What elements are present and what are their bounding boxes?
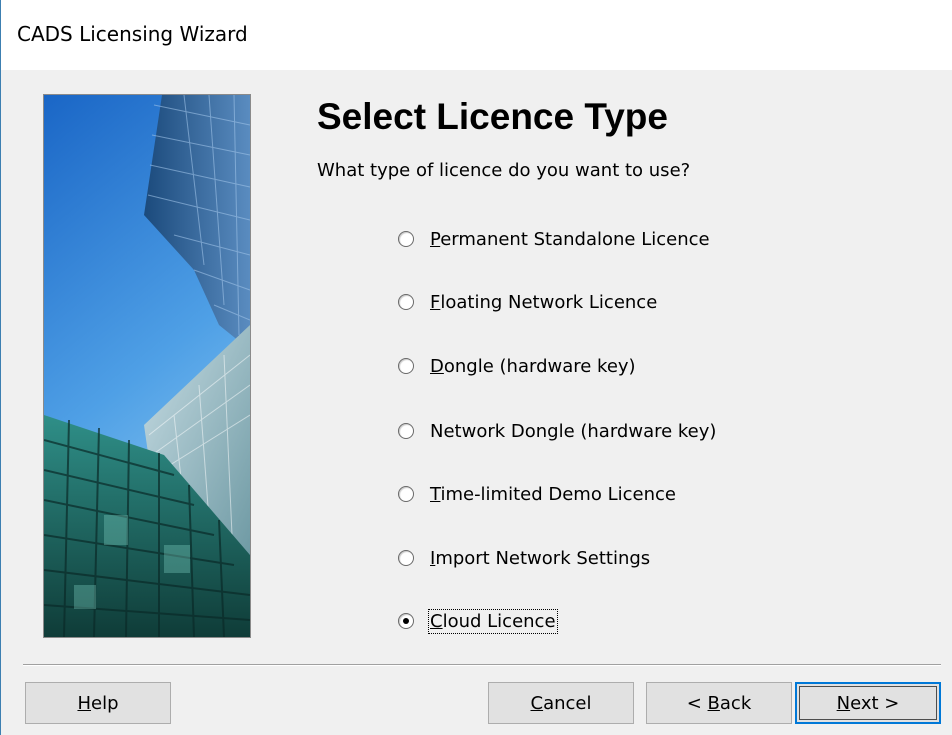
building-photo-icon: [44, 95, 250, 637]
option-import-network-settings[interactable]: Import Network Settings: [398, 545, 651, 571]
option-label: Cloud Licence: [428, 608, 558, 634]
window-title: CADS Licensing Wizard: [17, 22, 248, 46]
option-label: Import Network Settings: [430, 547, 651, 569]
option-dongle[interactable]: Dongle (hardware key): [398, 353, 637, 379]
page-question: What type of licence do you want to use?: [317, 160, 691, 181]
option-label: Time-limited Demo Licence: [430, 483, 676, 505]
radio-button[interactable]: [398, 358, 414, 374]
wizard-window: CADS Licensing Wizard Select Licence Typ…: [0, 0, 952, 735]
option-label: Network Dongle (hardware key): [430, 420, 717, 442]
option-time-limited-demo[interactable]: Time-limited Demo Licence: [398, 481, 677, 507]
help-button[interactable]: Help: [25, 682, 171, 724]
option-label: Floating Network Licence: [430, 291, 658, 313]
option-permanent-standalone[interactable]: Permanent Standalone Licence: [398, 226, 711, 252]
cancel-button[interactable]: Cancel: [488, 682, 634, 724]
option-label: Permanent Standalone Licence: [430, 228, 710, 250]
option-network-dongle[interactable]: Network Dongle (hardware key): [398, 418, 717, 444]
button-separator: [23, 664, 941, 666]
radio-button[interactable]: [398, 294, 414, 310]
radio-button-selected[interactable]: [398, 613, 414, 629]
page-heading: Select Licence Type: [317, 96, 668, 137]
option-cloud-licence[interactable]: Cloud Licence: [398, 608, 558, 634]
radio-button[interactable]: [398, 231, 414, 247]
next-button[interactable]: Next >: [795, 682, 941, 724]
back-button[interactable]: < Back: [646, 682, 792, 724]
radio-button[interactable]: [398, 486, 414, 502]
option-floating-network[interactable]: Floating Network Licence: [398, 289, 658, 315]
option-label: Dongle (hardware key): [430, 355, 636, 377]
radio-button[interactable]: [398, 423, 414, 439]
title-bar: CADS Licensing Wizard: [1, 0, 952, 70]
building-photo: [43, 94, 251, 638]
radio-button[interactable]: [398, 550, 414, 566]
